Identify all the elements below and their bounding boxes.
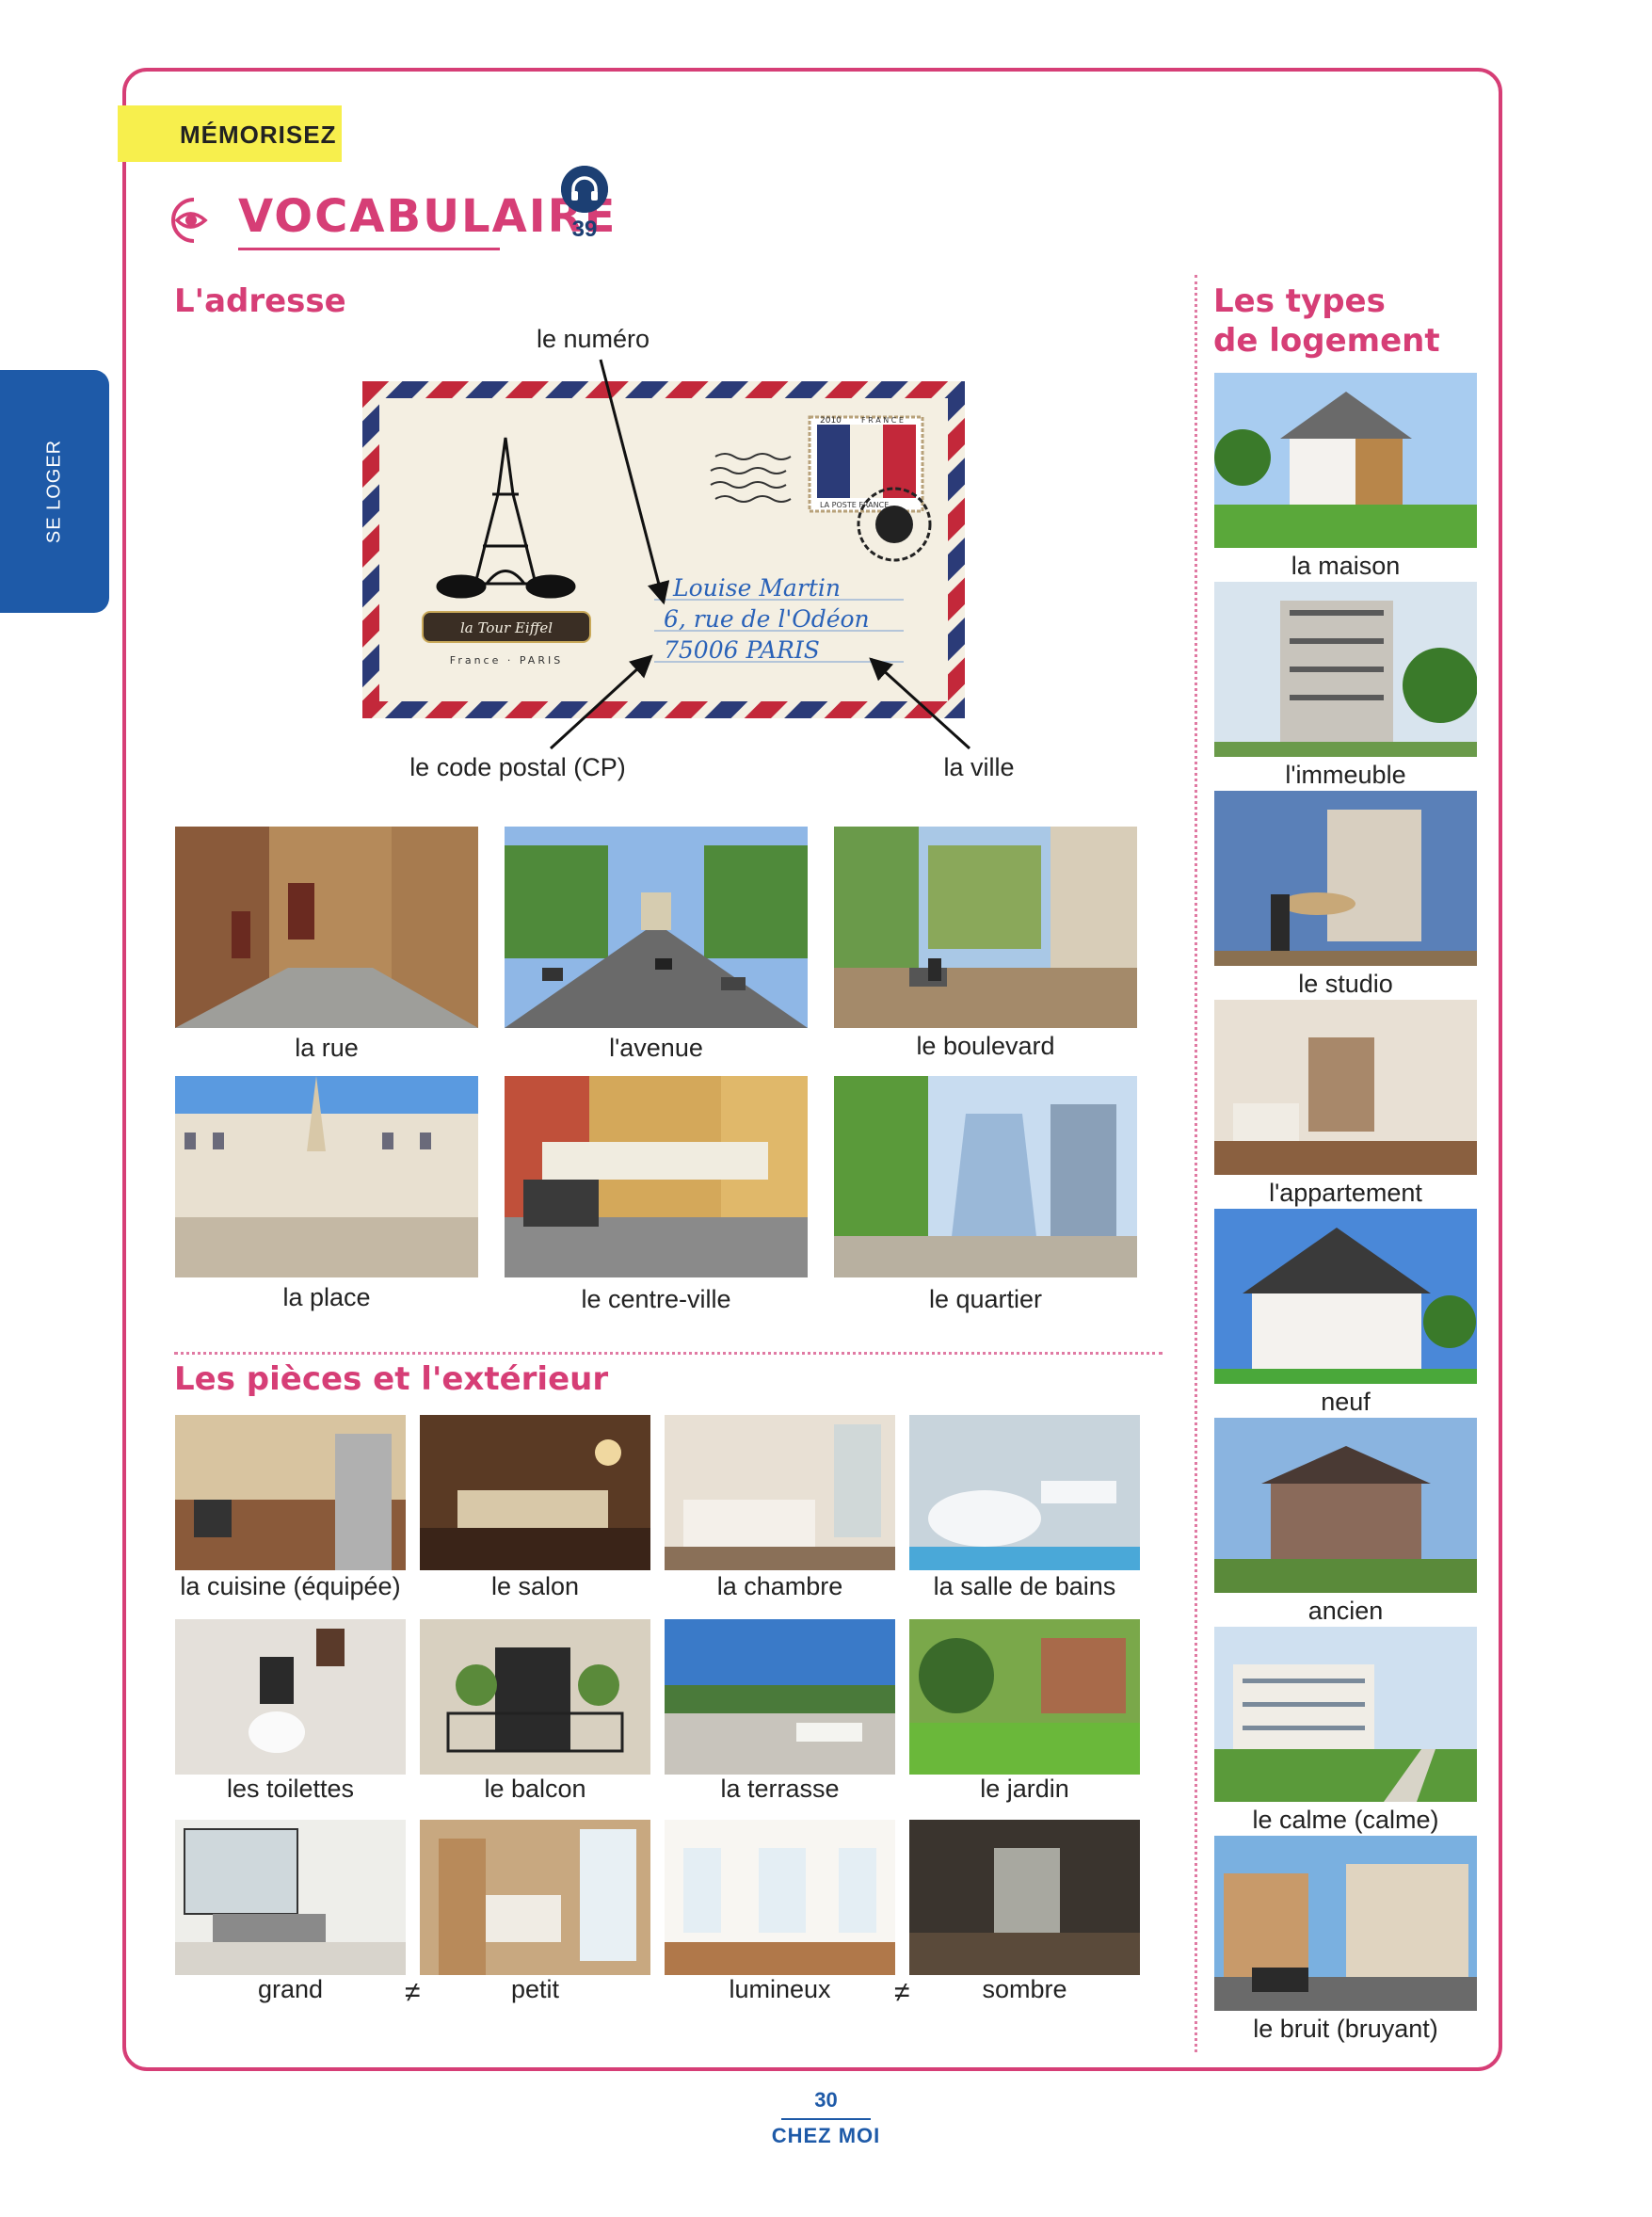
side-tab-label: SE LOGER (43, 439, 65, 544)
not-equal-sign-2: ≠ (894, 1977, 910, 2008)
photo-calme (1214, 1627, 1477, 1802)
footer-rule (781, 2118, 871, 2120)
caption-place: la place (282, 1283, 371, 1311)
caption-toilettes: les toilettes (226, 1775, 355, 1803)
photo-balcon (420, 1619, 650, 1775)
types-title-line2: de logement (1213, 322, 1440, 360)
caption-bruit: le bruit (bruyant) (1253, 2015, 1438, 2043)
caption-studio: le studio (1298, 970, 1393, 998)
stamp-year: 2010 (820, 416, 842, 426)
caption-centre-ville: le centre-ville (581, 1285, 731, 1313)
envelope-badge: la Tour Eiffel (460, 619, 553, 636)
page-number: 30 (814, 2088, 838, 2112)
headphones-icon[interactable] (561, 166, 608, 213)
photo-cuisine (175, 1415, 406, 1570)
caption-avenue: l'avenue (609, 1034, 703, 1062)
photo-salon (420, 1415, 650, 1570)
caption-jardin: le jardin (980, 1775, 1069, 1803)
section-divider (174, 1352, 1163, 1355)
photo-petit (420, 1820, 650, 1975)
photo-bruit (1214, 1836, 1477, 2011)
photo-neuf (1214, 1209, 1477, 1384)
envelope-illustration: la Tour Eiffel France · PARIS 2010 F R A… (362, 381, 965, 718)
photo-immeuble (1214, 582, 1477, 757)
side-tab: SE LOGER (0, 370, 109, 613)
photo-jardin (909, 1619, 1140, 1775)
photo-salle-de-bains (909, 1415, 1140, 1570)
eye-icon (171, 198, 208, 243)
photo-maison (1214, 373, 1477, 548)
photo-avenue (505, 827, 808, 1028)
photo-terrasse (665, 1619, 895, 1775)
caption-chambre: la chambre (716, 1572, 843, 1600)
photo-boulevard (834, 827, 1137, 1028)
photo-place (175, 1076, 478, 1277)
caption-rue: la rue (295, 1034, 359, 1062)
photo-lumineux (665, 1820, 895, 1975)
caption-balcon: le balcon (484, 1775, 586, 1803)
caption-lumineux: lumineux (729, 1975, 831, 2003)
memorize-banner: MÉMORISEZ (118, 105, 342, 162)
photo-sombre (909, 1820, 1140, 1975)
caption-salle-de-bains: la salle de bains (933, 1572, 1116, 1600)
not-equal-sign-1: ≠ (405, 1977, 421, 2008)
photo-centre-ville (505, 1076, 808, 1277)
caption-appartement: l'appartement (1269, 1179, 1422, 1207)
memorize-label: MÉMORISEZ (180, 120, 337, 149)
caption-petit: petit (510, 1975, 560, 2003)
caption-terrasse: la terrasse (720, 1775, 840, 1803)
address-section-title: L'adresse (174, 282, 346, 320)
photo-appartement (1214, 1000, 1477, 1175)
caption-maison: la maison (1291, 552, 1401, 580)
photo-rue (175, 827, 478, 1028)
photo-toilettes (175, 1619, 406, 1775)
caption-immeuble: l'immeuble (1285, 761, 1406, 789)
photo-ancien (1214, 1418, 1477, 1593)
callout-ville: la ville (943, 753, 1015, 781)
envelope-line2: 6, rue de l'Odéon (664, 605, 870, 633)
photo-chambre (665, 1415, 895, 1570)
caption-sombre: sombre (982, 1975, 1067, 2003)
types-title-line1: Les types (1213, 282, 1386, 320)
caption-salon: le salon (490, 1572, 580, 1600)
envelope-line3: 75006 PARIS (664, 636, 820, 664)
caption-ancien: ancien (1307, 1597, 1384, 1625)
caption-cuisine: la cuisine (équipée) (180, 1572, 401, 1600)
photo-quartier (834, 1076, 1137, 1277)
audio-track-number: 39 (571, 217, 598, 242)
caption-quartier: le quartier (928, 1285, 1043, 1313)
callout-code-postal: le code postal (CP) (409, 753, 626, 781)
envelope-badge-sub: France · PARIS (450, 654, 563, 667)
stamp-country: F R A N C E (861, 416, 904, 425)
stamp-text: LA POSTE FRANCE (820, 501, 889, 509)
caption-neuf: neuf (1321, 1388, 1371, 1416)
caption-grand: grand (257, 1975, 324, 2003)
photo-studio (1214, 791, 1477, 966)
caption-calme: le calme (calme) (1252, 1806, 1439, 1834)
callout-numero: le numéro (536, 325, 650, 353)
vocabulary-underline (238, 248, 500, 250)
photo-grand (175, 1820, 406, 1975)
rooms-section-title: Les pièces et l'extérieur (174, 1360, 609, 1398)
column-divider (1195, 275, 1197, 2052)
envelope-line1: Louise Martin (672, 574, 841, 602)
caption-boulevard: le boulevard (916, 1032, 1055, 1060)
chapter-label: CHEZ MOI (771, 2124, 881, 2147)
